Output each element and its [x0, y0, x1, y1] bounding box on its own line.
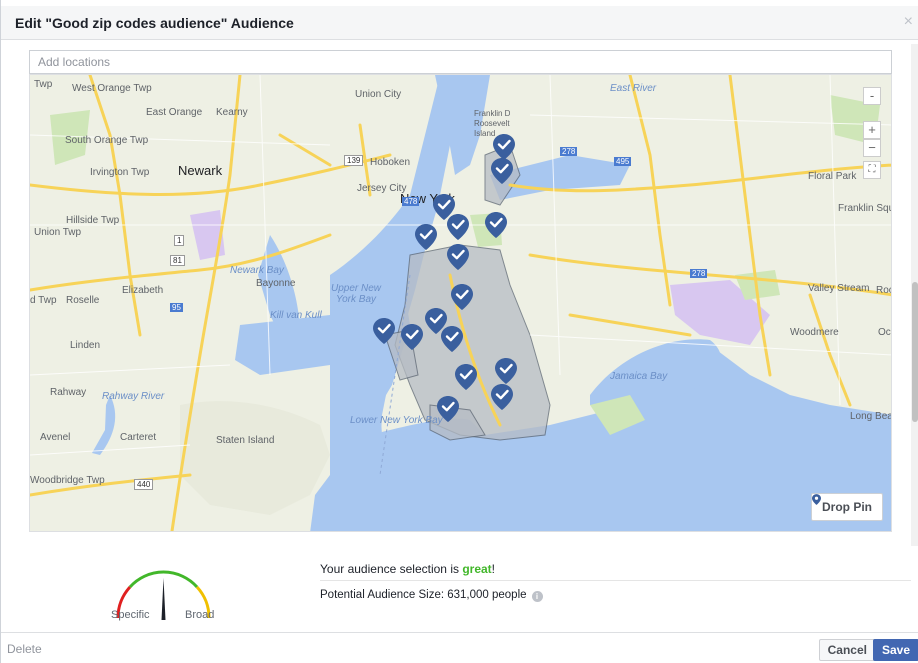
location-pin-icon[interactable] [447, 244, 469, 270]
location-pin-icon[interactable] [373, 318, 395, 344]
location-pin-icon[interactable] [493, 134, 515, 160]
gauge-needle [161, 578, 166, 620]
location-pin-icon[interactable] [485, 212, 507, 238]
map-label: Long Beach [850, 411, 891, 422]
map-label: Bayonne [256, 278, 296, 289]
location-pin-icon[interactable] [401, 324, 423, 350]
info-icon[interactable]: i [531, 591, 543, 602]
map-label: Woodbridge Twp [30, 475, 105, 486]
summary-prefix: Your audience selection is [320, 562, 463, 576]
route-shield: 495 [614, 157, 632, 166]
route-shield: 95 [170, 303, 183, 312]
drop-pin-button[interactable]: Drop Pin [811, 493, 883, 521]
map-label: Irvington Twp [90, 167, 150, 178]
map-label: Oc [878, 327, 891, 338]
location-pin-icon[interactable] [441, 326, 463, 352]
map-label: Elizabeth [122, 285, 164, 296]
close-icon[interactable]: × [904, 13, 913, 31]
location-pin-icon[interactable] [495, 358, 517, 384]
potential-audience-size: Potential Audience Size: 631,000 people i [320, 589, 543, 602]
map-label: Lower New York Bay [350, 415, 443, 426]
location-search-input[interactable] [30, 51, 891, 73]
map-label: Newark [178, 163, 223, 178]
location-pin-icon[interactable] [455, 364, 477, 390]
location-map[interactable]: Twp West Orange Twp East Orange Kearny U… [29, 74, 892, 532]
map-label: Kill van Kull [270, 310, 322, 321]
map-label: Floral Park [808, 171, 857, 182]
audience-size-text: Potential Audience Size: 631,000 people [320, 589, 527, 601]
collapse-map-button[interactable]: - [863, 87, 881, 105]
route-shield: 278 [690, 269, 708, 278]
drop-pin-label: Drop Pin [822, 500, 872, 514]
zoom-in-button[interactable]: + [863, 121, 881, 139]
map-label: Newark Bay [230, 265, 284, 276]
route-shield: 478 [402, 197, 420, 206]
save-button[interactable]: Save [872, 639, 918, 661]
gauge-specific-label: Specific [111, 609, 150, 621]
edit-audience-dialog: Edit "Good zip codes audience" Audience … [0, 0, 918, 663]
map-label: Twp [34, 79, 53, 90]
summary-status: great [462, 562, 492, 576]
map-label: West Orange Twp [72, 83, 152, 94]
map-label: Rahway [50, 387, 87, 398]
map-label: Valley Stream [808, 283, 870, 294]
location-pin-icon[interactable] [451, 284, 473, 310]
dialog-scrollbar[interactable] [911, 44, 918, 546]
route-shield: 139 [344, 155, 364, 166]
location-pin-icon[interactable] [447, 214, 469, 240]
map-label: Union City [355, 89, 402, 100]
dialog-title: Edit "Good zip codes audience" Audience [15, 15, 294, 31]
route-shield: 1 [174, 235, 185, 246]
route-shield: 278 [560, 147, 578, 156]
audience-summary: Your audience selection is great! [320, 562, 495, 576]
map-label: Roo [876, 285, 891, 296]
map-label: Woodmere [790, 327, 839, 338]
map-label: Hoboken [370, 157, 411, 168]
fullscreen-button[interactable]: ⛶ [863, 161, 881, 179]
location-pin-icon[interactable] [415, 224, 437, 250]
location-search-field[interactable] [29, 50, 892, 74]
location-pin-icon[interactable] [491, 384, 513, 410]
map-label: Rahway River [102, 391, 165, 402]
delete-link[interactable]: Delete [7, 642, 42, 656]
map-label: Roselle [66, 295, 100, 306]
map-label: South Orange Twp [65, 135, 149, 146]
map-label: Upper New York Bay [330, 283, 382, 305]
map-label: d Twp [30, 295, 57, 306]
route-shield: 81 [170, 255, 185, 266]
map-label: Staten Island [216, 435, 275, 446]
map-label: Union Twp [34, 227, 82, 238]
map-label: Linden [70, 340, 101, 351]
location-pin-icon[interactable] [437, 396, 459, 422]
pin-icon [812, 494, 821, 505]
route-shield: 440 [134, 479, 154, 490]
cancel-button[interactable]: Cancel [818, 639, 876, 661]
dialog-header: Edit "Good zip codes audience" Audience … [1, 6, 918, 40]
map-label: East River [610, 83, 657, 94]
map-label: Avenel [40, 432, 71, 443]
map-label: Carteret [120, 432, 157, 443]
map-label: Hillside Twp [66, 215, 120, 226]
zoom-out-button[interactable]: − [863, 139, 881, 157]
location-pin-icon[interactable] [491, 158, 513, 184]
dialog-footer: Delete Cancel Save [1, 632, 918, 663]
map-label: Franklin Square [838, 203, 891, 214]
map-label: Kearny [216, 107, 248, 118]
map-label: Jamaica Bay [610, 371, 668, 382]
scrollbar-thumb[interactable] [912, 282, 918, 422]
map-label: East Orange [146, 107, 203, 118]
summary-divider [320, 580, 911, 581]
summary-suffix: ! [491, 562, 496, 576]
gauge-broad-label: Broad [185, 609, 215, 621]
